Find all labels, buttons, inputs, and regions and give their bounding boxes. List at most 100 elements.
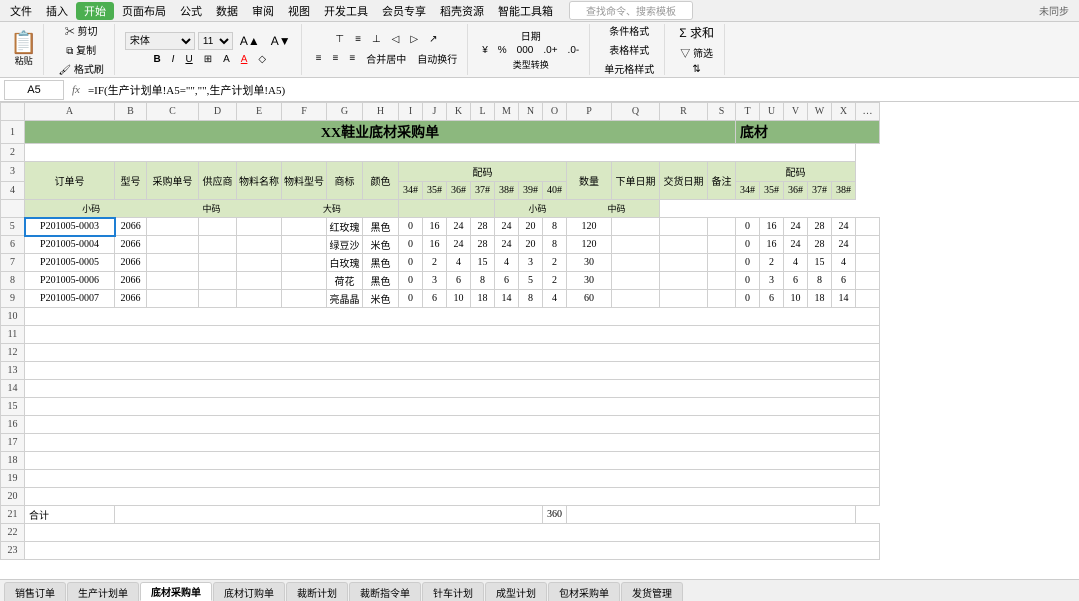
row-num-13[interactable]: 13 xyxy=(1,362,25,380)
tab-delivery[interactable]: 发货管理 xyxy=(621,582,683,601)
cell-W7[interactable]: 15 xyxy=(808,254,832,272)
thousands-button[interactable]: 000 xyxy=(513,43,538,58)
cell-K5[interactable]: 24 xyxy=(447,218,471,236)
empty-20[interactable] xyxy=(25,488,880,506)
cell-T9[interactable]: 0 xyxy=(736,290,760,308)
cell-X6[interactable]: 24 xyxy=(832,236,856,254)
tab-packaging-purchase[interactable]: 包材采购单 xyxy=(548,582,620,601)
menu-file[interactable]: 文件 xyxy=(4,3,38,19)
italic-button[interactable]: I xyxy=(168,52,179,67)
col-A[interactable]: A xyxy=(25,103,115,121)
cond-format-button[interactable]: 条件格式 xyxy=(605,21,653,40)
menu-member[interactable]: 会员专享 xyxy=(376,3,432,19)
cell-W5[interactable]: 28 xyxy=(808,218,832,236)
row-num-6[interactable]: 6 xyxy=(1,236,25,254)
cell-C9[interactable] xyxy=(147,290,199,308)
subtotal-empty2[interactable] xyxy=(567,506,856,524)
cell-P5[interactable]: 120 xyxy=(567,218,612,236)
cell-O8[interactable]: 2 xyxy=(543,272,567,290)
tab-production-plan[interactable]: 生产计划单 xyxy=(67,582,139,601)
cell-U8[interactable]: 3 xyxy=(760,272,784,290)
align-center-button[interactable]: ≡ xyxy=(329,51,343,66)
cell-U6[interactable]: 16 xyxy=(760,236,784,254)
row-num-1[interactable]: 1 xyxy=(1,121,25,144)
subtotal-empty[interactable] xyxy=(115,506,543,524)
col-W[interactable]: W xyxy=(808,103,832,121)
cell-R6[interactable] xyxy=(660,236,708,254)
cell-H7[interactable]: 黑色 xyxy=(363,254,399,272)
search-box[interactable]: 查找命令、搜索模板 xyxy=(569,1,693,20)
cell-R9[interactable] xyxy=(660,290,708,308)
cell-G9[interactable]: 亮晶晶 xyxy=(327,290,363,308)
col-B[interactable]: B xyxy=(115,103,147,121)
cell-G5[interactable]: 红玫瑰 xyxy=(327,218,363,236)
col-C[interactable]: C xyxy=(147,103,199,121)
format-painter-button[interactable]: 🖌 格式刷 xyxy=(54,59,107,78)
row-num-11[interactable]: 11 xyxy=(1,326,25,344)
row-num-9[interactable]: 9 xyxy=(1,290,25,308)
cell-D8[interactable] xyxy=(199,272,237,290)
cell-N5[interactable]: 20 xyxy=(519,218,543,236)
cell-I5[interactable]: 0 xyxy=(399,218,423,236)
col-E[interactable]: E xyxy=(237,103,282,121)
cell-L8[interactable]: 8 xyxy=(471,272,495,290)
cell-A9[interactable]: P201005-0007 xyxy=(25,290,115,308)
cell-M5[interactable]: 24 xyxy=(495,218,519,236)
col-F[interactable]: F xyxy=(282,103,327,121)
align-middle-button[interactable]: ≡ xyxy=(351,32,365,47)
cell-S6[interactable] xyxy=(708,236,736,254)
col-S[interactable]: S xyxy=(708,103,736,121)
merge-center-button[interactable]: 合并居中 xyxy=(362,49,410,68)
cell-W9[interactable]: 18 xyxy=(808,290,832,308)
menu-formula[interactable]: 公式 xyxy=(174,3,208,19)
eraser-button[interactable]: ◇ xyxy=(254,52,270,67)
cell-H5[interactable]: 黑色 xyxy=(363,218,399,236)
col-U[interactable]: U xyxy=(760,103,784,121)
cell-H8[interactable]: 黑色 xyxy=(363,272,399,290)
cell-E5[interactable] xyxy=(237,218,282,236)
cut-button[interactable]: ✂ 剪切 xyxy=(61,21,102,40)
cell-A5[interactable]: P201005-0003 xyxy=(25,218,115,236)
cell-M8[interactable]: 6 xyxy=(495,272,519,290)
row-num-14[interactable]: 14 xyxy=(1,380,25,398)
row-num-19[interactable]: 19 xyxy=(1,470,25,488)
empty-22[interactable] xyxy=(25,524,880,542)
cell-P6[interactable]: 120 xyxy=(567,236,612,254)
border-button[interactable]: ⊞ xyxy=(200,52,216,67)
cell-K9[interactable]: 10 xyxy=(447,290,471,308)
font-size-select[interactable]: 11 xyxy=(198,32,233,50)
menu-dev[interactable]: 开发工具 xyxy=(318,3,374,19)
currency-button[interactable]: ¥ xyxy=(478,43,492,58)
row-num-16[interactable]: 16 xyxy=(1,416,25,434)
col-P[interactable]: P xyxy=(567,103,612,121)
empty-10[interactable] xyxy=(25,308,880,326)
cell-B6[interactable]: 2066 xyxy=(115,236,147,254)
row-num-2[interactable]: 2 xyxy=(1,144,25,162)
tab-cutting-plan[interactable]: 裁断计划 xyxy=(286,582,348,601)
row-num-8[interactable]: 8 xyxy=(1,272,25,290)
cell-O6[interactable]: 8 xyxy=(543,236,567,254)
decimal-increase-button[interactable]: .0+ xyxy=(539,43,561,58)
cell-B5[interactable]: 2066 xyxy=(115,218,147,236)
cell-B7[interactable]: 2066 xyxy=(115,254,147,272)
decrease-font-button[interactable]: A▼ xyxy=(267,32,295,50)
cell-M9[interactable]: 14 xyxy=(495,290,519,308)
row-num-12[interactable]: 12 xyxy=(1,344,25,362)
empty-23[interactable] xyxy=(25,542,880,560)
bold-button[interactable]: B xyxy=(149,52,164,67)
col-O[interactable]: O xyxy=(543,103,567,121)
tab-sole-order[interactable]: 底材订购单 xyxy=(213,582,285,601)
cell-B9[interactable]: 2066 xyxy=(115,290,147,308)
align-left-button[interactable]: ≡ xyxy=(312,51,326,66)
cell-K7[interactable]: 4 xyxy=(447,254,471,272)
cell-H9[interactable]: 米色 xyxy=(363,290,399,308)
cell-P9[interactable]: 60 xyxy=(567,290,612,308)
cell-L9[interactable]: 18 xyxy=(471,290,495,308)
cell-B8[interactable]: 2066 xyxy=(115,272,147,290)
cell-S9[interactable] xyxy=(708,290,736,308)
empty-12[interactable] xyxy=(25,344,880,362)
col-M[interactable]: M xyxy=(495,103,519,121)
percent-button[interactable]: % xyxy=(494,43,511,58)
align-right-button[interactable]: ≡ xyxy=(345,51,359,66)
col-H[interactable]: H xyxy=(363,103,399,121)
